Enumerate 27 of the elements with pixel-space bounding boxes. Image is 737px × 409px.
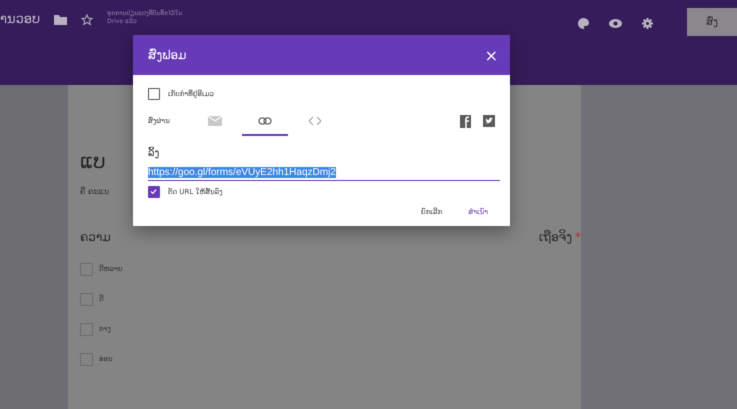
close-button[interactable]: ×	[484, 46, 498, 64]
question-text: ຄວາມ	[80, 230, 111, 244]
code-icon	[308, 117, 321, 125]
checkbox[interactable]	[148, 186, 160, 198]
checkbox[interactable]	[80, 322, 93, 336]
question-text: ເຖືອຈິງ	[538, 230, 572, 244]
checkbox[interactable]	[80, 292, 93, 306]
settings-icon[interactable]	[642, 18, 653, 29]
url-field[interactable]: https://goo.gl/forms/eVUyE2hh1HaqzDmj2	[148, 165, 500, 181]
checkbox[interactable]	[80, 262, 93, 276]
star-icon[interactable]	[81, 14, 94, 26]
form-title: ແບ	[80, 149, 106, 173]
twitter-icon[interactable]	[483, 114, 495, 126]
folder-icon[interactable]	[54, 15, 68, 25]
page-title: ານວອບ	[0, 12, 40, 27]
facebook-icon[interactable]	[460, 114, 471, 128]
mail-icon	[208, 116, 222, 126]
form-description: ຄື ຄະແນ	[80, 187, 110, 196]
required-mark: *	[575, 230, 581, 244]
link-icon	[258, 117, 272, 125]
eye-icon[interactable]	[609, 19, 622, 28]
checkbox[interactable]	[148, 88, 160, 100]
dialog-title: ສົ່ງຟອມ	[148, 48, 186, 62]
palette-icon[interactable]	[578, 18, 589, 29]
link-label: ລິ້ງ	[147, 146, 160, 161]
checkbox[interactable]	[80, 352, 93, 366]
checkmark-icon	[149, 187, 158, 196]
